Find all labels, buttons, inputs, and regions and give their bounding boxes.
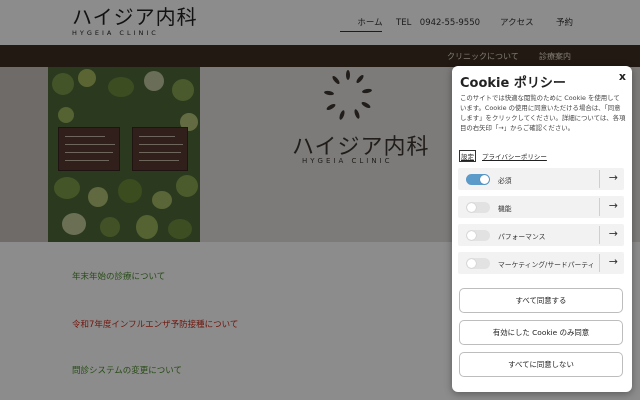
cookie-category-functional: 機能 → [458, 196, 624, 218]
category-label: 機能 [498, 205, 512, 213]
arrow-right-icon[interactable]: → [609, 171, 618, 184]
toggle-performance[interactable] [466, 230, 490, 241]
privacy-policy-link[interactable]: プライバシーポリシー [482, 151, 547, 161]
arrow-right-icon[interactable]: → [609, 227, 618, 240]
category-label: 必須 [498, 177, 512, 185]
accept-all-button[interactable]: すべて同意する [459, 288, 623, 313]
toggle-functional[interactable] [466, 202, 490, 213]
cookie-settings-link[interactable]: 設定 [459, 150, 476, 162]
cookie-category-performance: パフォーマンス → [458, 224, 624, 246]
arrow-right-icon[interactable]: → [609, 199, 618, 212]
accept-selected-button[interactable]: 有効にした Cookie のみ同意 [459, 320, 623, 345]
cookie-dialog-title: Cookie ポリシー [460, 76, 566, 91]
category-label: マーケティング/サードパーティ [498, 261, 595, 269]
toggle-marketing[interactable] [466, 258, 490, 269]
toggle-required[interactable] [466, 174, 490, 185]
cookie-links: 設定 プライバシーポリシー [459, 150, 547, 162]
cookie-policy-dialog: Cookie ポリシー x このサイトでは快適な閲覧のために Cookie を使… [452, 66, 632, 392]
category-label: パフォーマンス [498, 233, 546, 241]
cookie-category-marketing: マーケティング/サードパーティ → [458, 252, 624, 274]
cookie-category-required: 必須 → [458, 168, 624, 190]
arrow-right-icon[interactable]: → [609, 255, 618, 268]
reject-all-button[interactable]: すべてに同意しない [459, 352, 623, 377]
close-icon[interactable]: x [619, 70, 626, 83]
cookie-description: このサイトでは快適な閲覧のために Cookie を使用しています。Cookie … [460, 94, 626, 132]
